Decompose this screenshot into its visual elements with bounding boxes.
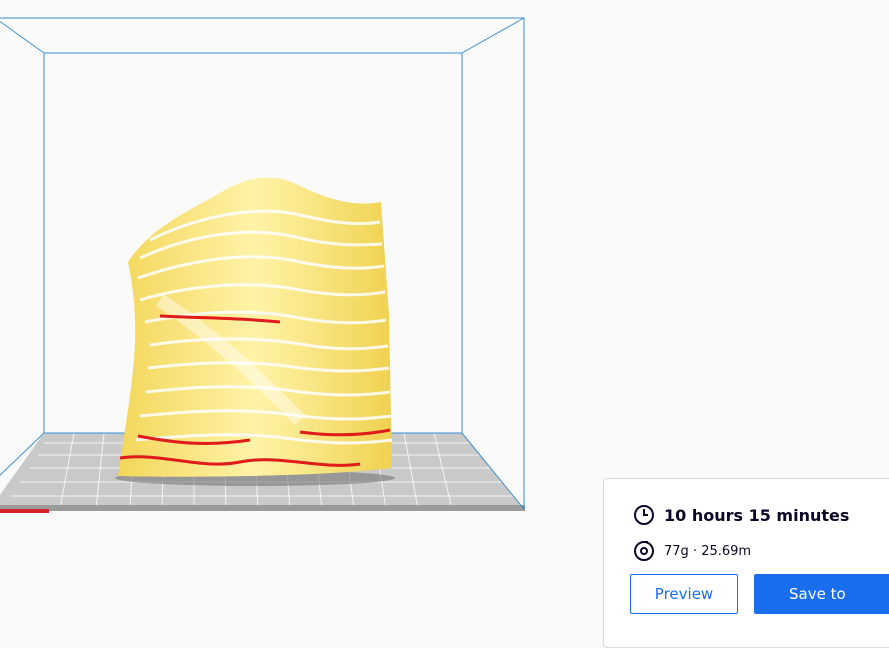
- filament-spool-icon: [634, 541, 654, 561]
- material-usage-text: 77g · 25.69m: [664, 543, 752, 559]
- slice-progress-bar: [0, 509, 49, 513]
- print-info-panel: 10 hours 15 minutes 77g · 25.69m Preview…: [603, 478, 889, 648]
- print-time-row: 10 hours 15 minutes: [632, 503, 849, 527]
- sliced-model[interactable]: [115, 177, 395, 486]
- print-time-text: 10 hours 15 minutes: [664, 505, 850, 525]
- preview-button[interactable]: Preview: [630, 574, 738, 614]
- slice-progress-fill: [0, 509, 49, 513]
- save-to-button[interactable]: Save to: [754, 574, 889, 614]
- material-usage-row: 77g · 25.69m: [632, 539, 751, 563]
- clock-icon: [634, 505, 654, 525]
